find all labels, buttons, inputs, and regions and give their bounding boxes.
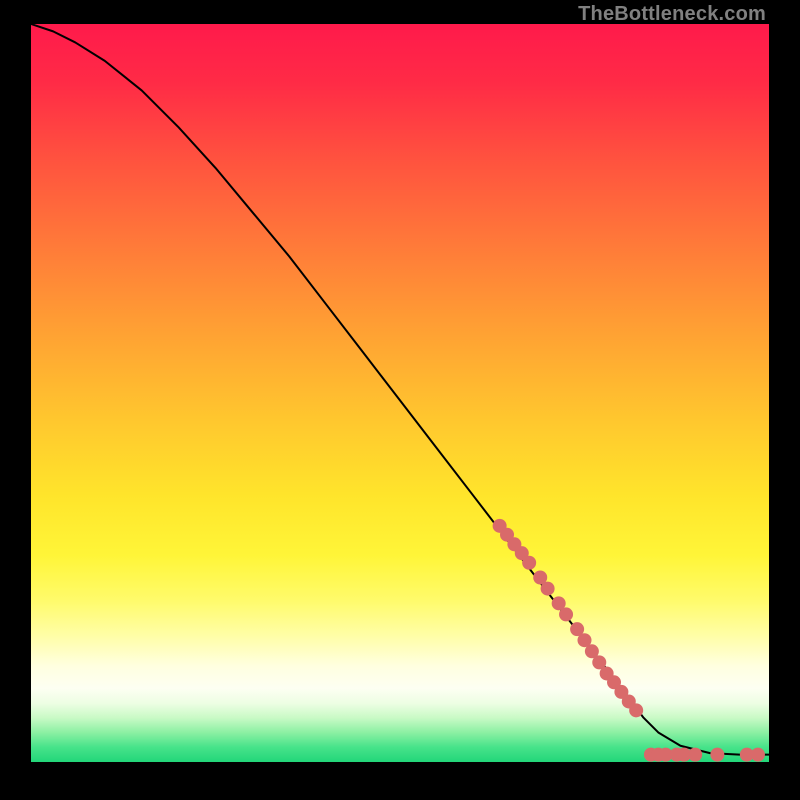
curve-marker: [710, 748, 724, 762]
attribution-label: TheBottleneck.com: [578, 3, 766, 26]
curve-marker: [629, 703, 643, 717]
curve-markers: [493, 519, 765, 762]
plot-area: [31, 24, 769, 762]
curve-marker: [751, 748, 765, 762]
curve-marker: [541, 582, 555, 596]
curve-marker: [688, 748, 702, 762]
curve-marker: [522, 556, 536, 570]
curve-marker: [559, 607, 573, 621]
chart-stage: TheBottleneck.com: [0, 0, 800, 800]
bottleneck-curve: [31, 24, 769, 755]
curve-layer: [31, 24, 769, 762]
